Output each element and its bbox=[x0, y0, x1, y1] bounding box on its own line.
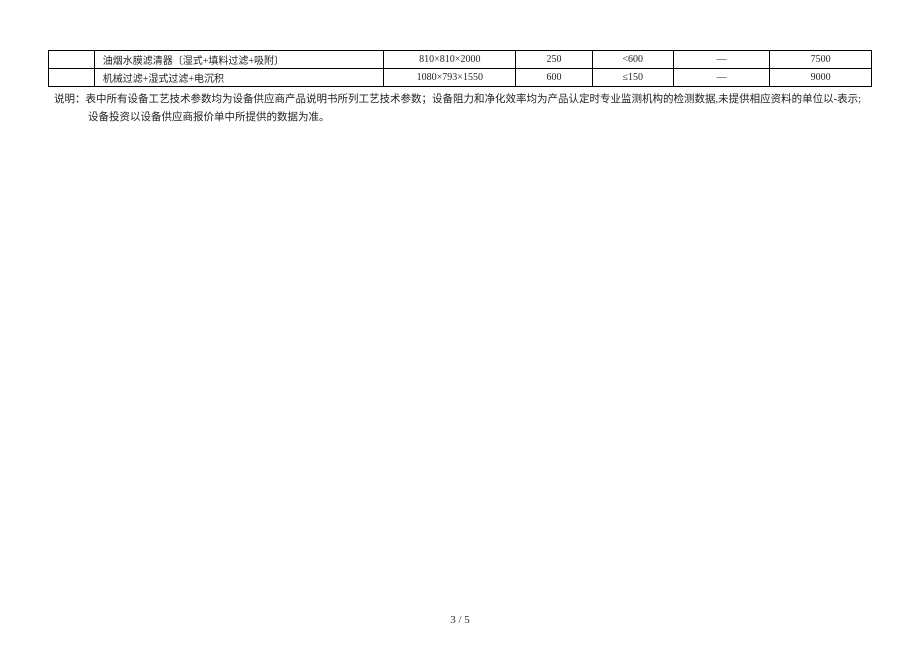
cell-val2: <600 bbox=[592, 51, 673, 69]
spec-table: 油烟水膜滤清器〔湿式+填料过滤+吸附〕 810×810×2000 250 <60… bbox=[48, 50, 872, 87]
cell-dimensions: 810×810×2000 bbox=[384, 51, 516, 69]
table-row: 油烟水膜滤清器〔湿式+填料过滤+吸附〕 810×810×2000 250 <60… bbox=[49, 51, 872, 69]
note-label: 说明： bbox=[54, 91, 86, 109]
cell-val1: 250 bbox=[516, 51, 592, 69]
page-number: 3 / 5 bbox=[0, 614, 920, 626]
note-line-2: 设备投资以设备供应商报价单中所提供的数据为准。 bbox=[54, 109, 872, 127]
cell-name: 油烟水膜滤清器〔湿式+填料过滤+吸附〕 bbox=[94, 51, 384, 69]
cell-name: 机械过滤+湿式过滤+电沉积 bbox=[94, 69, 384, 87]
cell-blank bbox=[49, 51, 95, 69]
cell-val1: 600 bbox=[516, 69, 592, 87]
note-block: 说明： 表中所有设备工艺技术参数均为设备供应商产品说明书所列工艺技术参数；设备阻… bbox=[48, 91, 872, 127]
cell-val3: — bbox=[673, 51, 770, 69]
note-text-1: 表中所有设备工艺技术参数均为设备供应商产品说明书所列工艺技术参数；设备阻力和净化… bbox=[86, 91, 873, 109]
table-row: 机械过滤+湿式过滤+电沉积 1080×793×1550 600 ≤150 — 9… bbox=[49, 69, 872, 87]
cell-val4: 7500 bbox=[770, 51, 872, 69]
cell-val4: 9000 bbox=[770, 69, 872, 87]
page-content: 油烟水膜滤清器〔湿式+填料过滤+吸附〕 810×810×2000 250 <60… bbox=[0, 0, 920, 127]
cell-blank bbox=[49, 69, 95, 87]
cell-val2: ≤150 bbox=[592, 69, 673, 87]
cell-val3: — bbox=[673, 69, 770, 87]
note-line-1: 说明： 表中所有设备工艺技术参数均为设备供应商产品说明书所列工艺技术参数；设备阻… bbox=[54, 91, 872, 109]
cell-dimensions: 1080×793×1550 bbox=[384, 69, 516, 87]
